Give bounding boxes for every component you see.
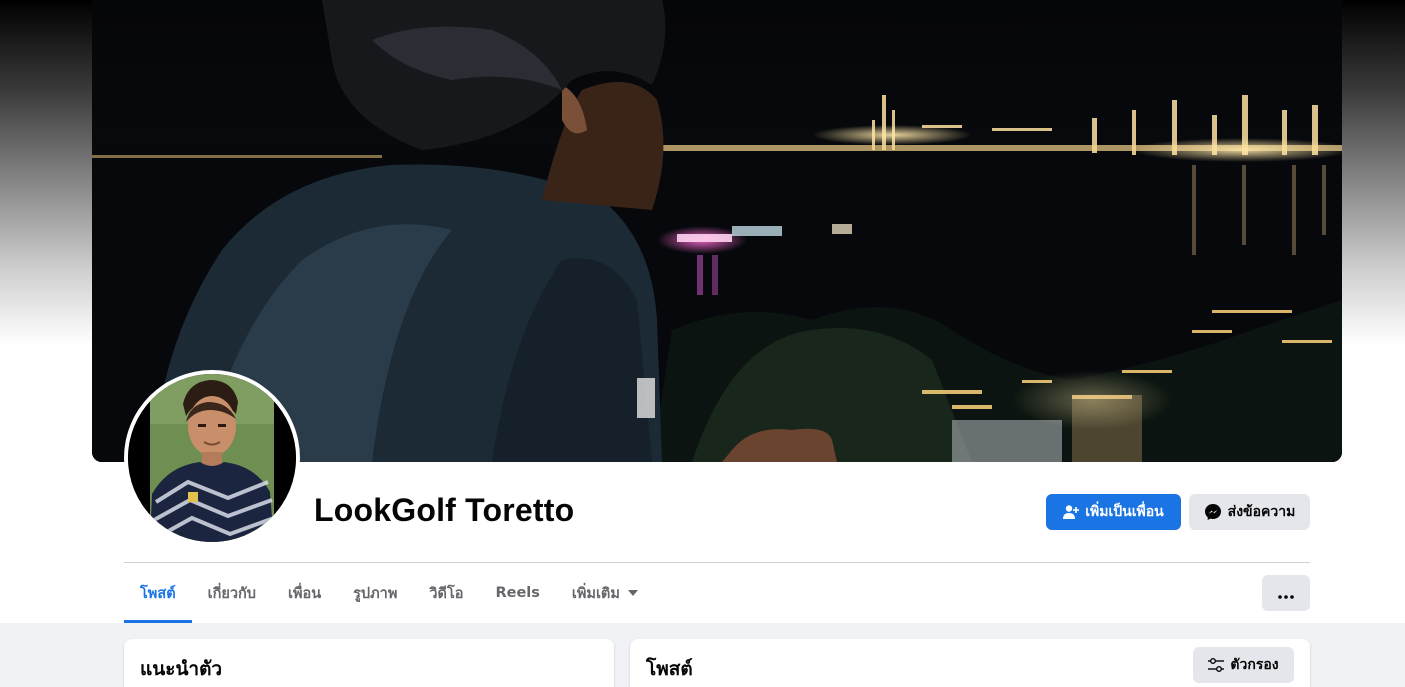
person-add-icon [1063, 504, 1080, 520]
intro-card-title: แนะนำตัว [140, 658, 223, 680]
tab-photos[interactable]: รูปภาพ [337, 563, 413, 623]
tab-more-label: เพิ่มเติม [571, 585, 620, 602]
tab-friends-label: เพื่อน [287, 585, 322, 602]
add-friend-label: เพิ่มเป็นเพื่อน [1085, 504, 1164, 520]
profile-tabs: โพสต์ เกี่ยวกับ เพื่อน รูปภาพ วิดีโอ Ree… [124, 563, 654, 623]
filter-button[interactable]: ตัวกรอง [1193, 647, 1294, 683]
tab-reels-label: Reels [495, 585, 540, 601]
message-label: ส่งข้อความ [1227, 504, 1296, 520]
cover-photo[interactable] [92, 0, 1342, 462]
tab-more[interactable]: เพิ่มเติม [556, 563, 654, 623]
cover-photo-image [92, 0, 1342, 462]
caret-down-icon [627, 590, 638, 596]
profile-avatar-image [128, 374, 296, 542]
messenger-icon [1204, 503, 1222, 521]
tab-videos[interactable]: วิดีโอ [413, 563, 479, 623]
tab-posts[interactable]: โพสต์ [124, 563, 192, 623]
tab-posts-label: โพสต์ [140, 585, 176, 602]
posts-card-title: โพสต์ [646, 658, 693, 680]
tab-friends[interactable]: เพื่อน [272, 563, 337, 623]
profile-avatar[interactable] [124, 370, 300, 546]
ellipsis-icon [1278, 584, 1294, 603]
posts-card: โพสต์ ตัวกรอง [630, 639, 1310, 687]
tab-about[interactable]: เกี่ยวกับ [192, 563, 272, 623]
intro-card: แนะนำตัว [124, 639, 614, 687]
add-friend-button[interactable]: เพิ่มเป็นเพื่อน [1046, 494, 1181, 530]
tab-about-label: เกี่ยวกับ [207, 585, 256, 602]
tab-reels[interactable]: Reels [479, 563, 555, 623]
profile-name: LookGolf Toretto [314, 492, 575, 528]
tab-videos-label: วิดีโอ [429, 585, 464, 602]
sliders-icon [1208, 658, 1225, 672]
message-button[interactable]: ส่งข้อความ [1189, 494, 1310, 530]
filter-label: ตัวกรอง [1230, 657, 1279, 673]
tab-photos-label: รูปภาพ [353, 585, 398, 602]
more-options-button[interactable] [1262, 575, 1310, 611]
